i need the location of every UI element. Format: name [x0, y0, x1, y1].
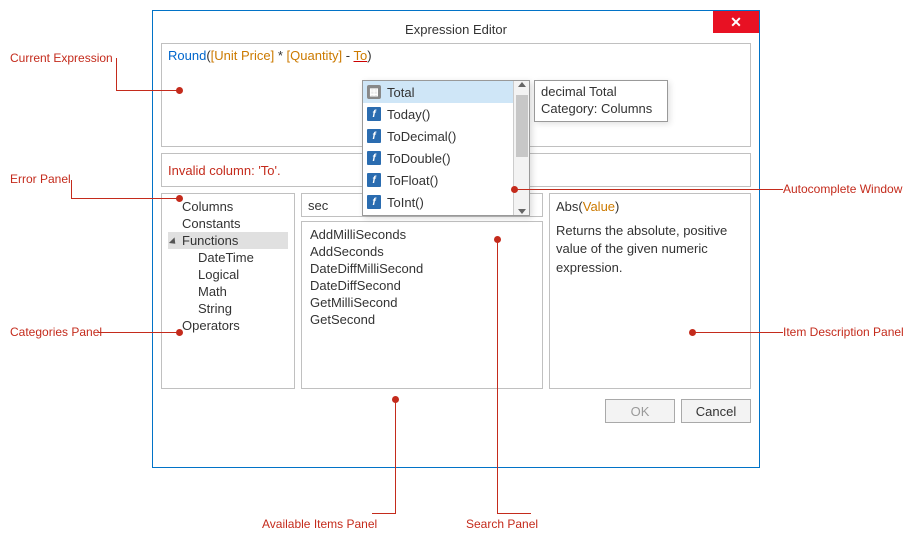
category-item[interactable]: Operators	[168, 317, 288, 334]
function-icon: f	[367, 107, 381, 121]
scroll-thumb[interactable]	[516, 95, 528, 157]
function-icon: f	[367, 151, 381, 165]
window-title: Expression Editor	[405, 22, 507, 37]
category-item[interactable]: Logical	[168, 266, 288, 283]
autocomplete-item[interactable]: f ToInt()	[363, 191, 513, 213]
error-text: Invalid column: 'To'.	[168, 163, 281, 178]
item-description-panel: Abs(Value) Returns the absolute, positiv…	[549, 193, 751, 389]
autocomplete-item[interactable]: f Today()	[363, 103, 513, 125]
token-col2: [Quantity]	[287, 48, 343, 63]
cancel-button[interactable]: Cancel	[681, 399, 751, 423]
available-item[interactable]: DateDiffSecond	[308, 277, 536, 294]
available-item[interactable]: GetMilliSecond	[308, 294, 536, 311]
lower-area: ColumnsConstantsFunctionsDateTimeLogical…	[161, 193, 751, 389]
autocomplete-item[interactable]: f ToFloat()	[363, 169, 513, 191]
available-item[interactable]: DateDiffMilliSecond	[308, 260, 536, 277]
middle-column: AddMilliSecondsAddSecondsDateDiffMilliSe…	[301, 193, 543, 389]
autocomplete-item-label: ToFloat()	[387, 173, 438, 188]
column-icon: ▦	[367, 85, 381, 99]
autocomplete-item-label: ToDecimal()	[387, 129, 456, 144]
token-close: )	[367, 48, 371, 63]
expression-text: Round([Unit Price] * [Quantity] - To)	[168, 48, 372, 63]
token-col1: [Unit Price]	[211, 48, 275, 63]
tooltip-line1: decimal Total	[541, 84, 661, 101]
autocomplete-list[interactable]: ▦TotalfToday()fToDecimal()fToDouble()fTo…	[363, 81, 513, 215]
ok-button[interactable]: OK	[605, 399, 675, 423]
autocomplete-popup[interactable]: ▦TotalfToday()fToDecimal()fToDouble()fTo…	[362, 80, 530, 216]
token-op1: *	[274, 48, 286, 63]
available-item[interactable]: GetSecond	[308, 311, 536, 328]
autocomplete-tooltip: decimal Total Category: Columns	[534, 80, 668, 122]
annot-available-items-panel: Available Items Panel	[262, 517, 377, 531]
available-item[interactable]: AddMilliSeconds	[308, 226, 536, 243]
category-item[interactable]: Math	[168, 283, 288, 300]
categories-list[interactable]: ColumnsConstantsFunctionsDateTimeLogical…	[168, 198, 288, 334]
token-op2: -	[342, 48, 353, 63]
annot-search-panel: Search Panel	[466, 517, 538, 531]
category-item[interactable]: Constants	[168, 215, 288, 232]
function-icon: f	[367, 129, 381, 143]
annot-autocomplete-window: Autocomplete Window	[783, 182, 902, 196]
autocomplete-item[interactable]: ▦ Total	[363, 81, 513, 103]
category-item[interactable]: DateTime	[168, 249, 288, 266]
autocomplete-item-label: ToInt()	[387, 195, 424, 210]
autocomplete-item[interactable]: f ToDecimal()	[363, 125, 513, 147]
titlebar: Expression Editor ✕	[161, 15, 751, 43]
autocomplete-item-label: Total	[387, 85, 414, 100]
autocomplete-item-label: ToDouble()	[387, 151, 451, 166]
annot-item-description-panel: Item Description Panel	[783, 325, 904, 339]
annot-current-expression: Current Expression	[10, 51, 113, 65]
autocomplete-item-label: Today()	[387, 107, 430, 122]
category-item[interactable]: String	[168, 300, 288, 317]
scroll-down-icon[interactable]	[518, 209, 526, 214]
available-item[interactable]: AddSeconds	[308, 243, 536, 260]
annot-error-panel: Error Panel	[10, 172, 71, 186]
category-item[interactable]: Functions	[168, 232, 288, 249]
description-title: Abs(Value)	[556, 198, 744, 216]
categories-panel: ColumnsConstantsFunctionsDateTimeLogical…	[161, 193, 295, 389]
available-items-list: AddMilliSecondsAddSecondsDateDiffMilliSe…	[308, 226, 536, 328]
annot-categories-panel: Categories Panel	[10, 325, 102, 339]
close-icon: ✕	[730, 15, 742, 29]
autocomplete-item[interactable]: fToLong()	[363, 213, 513, 215]
expression-editor-window: Expression Editor ✕ Round([Unit Price] *…	[152, 10, 760, 468]
button-row: OK Cancel	[161, 399, 751, 423]
description-body: Returns the absolute, positive value of …	[556, 222, 744, 277]
autocomplete-scrollbar[interactable]	[513, 81, 529, 215]
available-items-panel[interactable]: AddMilliSecondsAddSecondsDateDiffMilliSe…	[301, 221, 543, 389]
close-button[interactable]: ✕	[713, 11, 759, 33]
token-partial: To	[354, 48, 368, 63]
category-item[interactable]: Columns	[168, 198, 288, 215]
function-icon: f	[367, 195, 381, 209]
autocomplete-item[interactable]: f ToDouble()	[363, 147, 513, 169]
tooltip-line2: Category: Columns	[541, 101, 661, 118]
function-icon: f	[367, 173, 381, 187]
scroll-up-icon[interactable]	[518, 82, 526, 87]
token-fn: Round	[168, 48, 206, 63]
